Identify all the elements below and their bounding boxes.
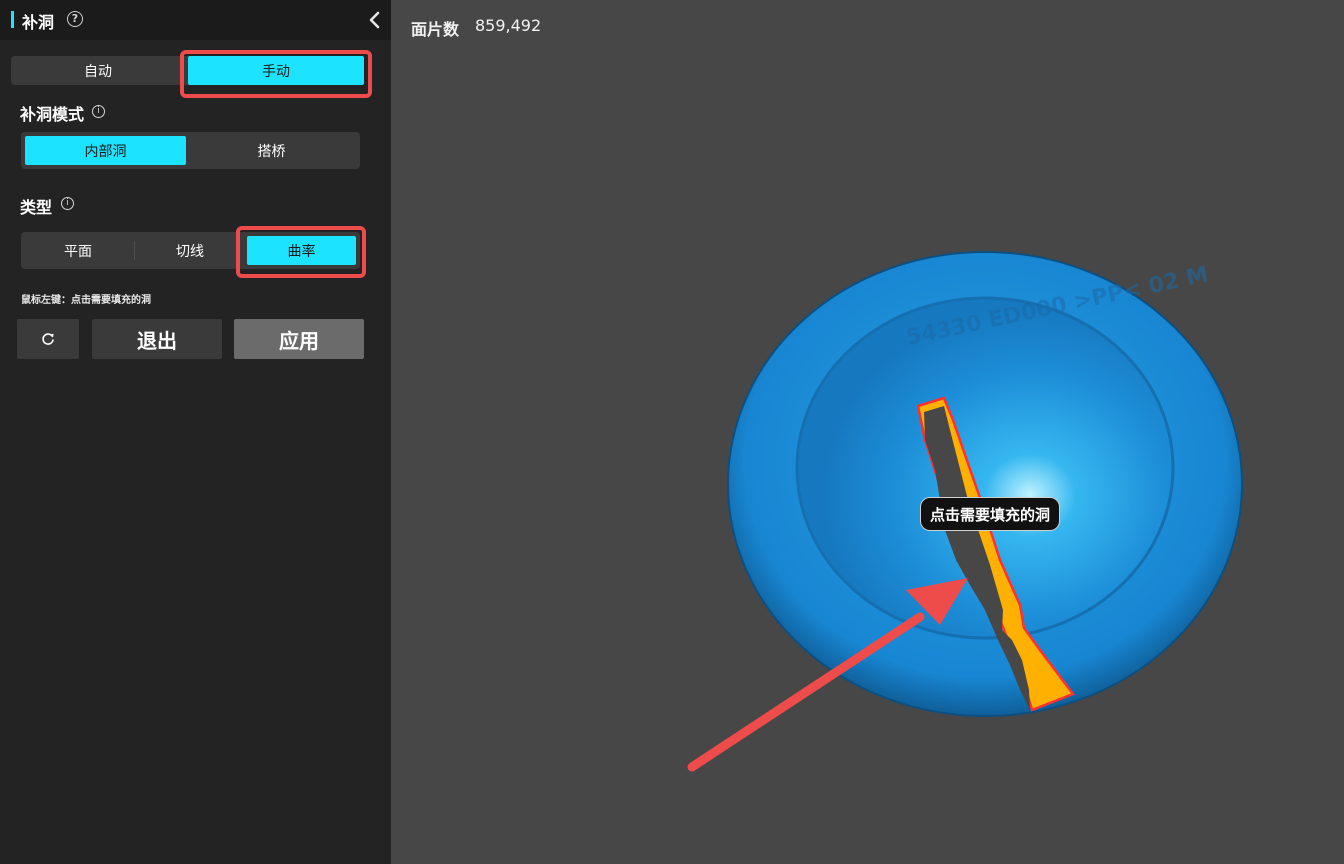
curvature-highlight: [236, 226, 366, 278]
apply-button[interactable]: 应用: [234, 319, 364, 359]
tool-panel: 补洞 ? 自动 手动 补洞模式 i 内部洞 搭桥 类型 i 平面 切线 曲率 鼠…: [0, 0, 391, 864]
face-count-value: 859,492: [475, 16, 542, 35]
tab-auto[interactable]: 自动: [11, 56, 185, 85]
option-bridge[interactable]: 搭桥: [191, 132, 352, 169]
type-label: 类型: [20, 198, 53, 217]
hint-text: 鼠标左键：点击需要填充的洞: [21, 295, 151, 306]
face-count-label: 面片数: [411, 20, 460, 39]
manual-tab-highlight: [180, 50, 372, 98]
scanned-cap-model[interactable]: 54330 ED000 >PP< 02 M: [727, 251, 1243, 717]
refresh-icon: [42, 333, 54, 345]
info-circle-icon[interactable]: i: [61, 197, 74, 210]
chevron-left-icon[interactable]: [365, 9, 385, 31]
exit-button[interactable]: 退出: [92, 319, 222, 359]
option-plane[interactable]: 平面: [21, 232, 135, 269]
viewport-tooltip: 点击需要填充的洞: [920, 497, 1061, 531]
option-internal-hole[interactable]: 内部洞: [25, 136, 186, 165]
3d-viewport[interactable]: 54330 ED000 >PP< 02 M: [391, 40, 1344, 864]
fill-mode-label: 补洞模式: [20, 105, 85, 124]
option-tangent[interactable]: 切线: [135, 232, 245, 269]
reset-button[interactable]: [17, 319, 79, 359]
panel-header: 补洞 ?: [0, 0, 391, 40]
fill-mode-options: 内部洞 搭桥: [21, 132, 360, 169]
info-circle-icon[interactable]: i: [92, 105, 105, 118]
question-circle-icon[interactable]: ?: [67, 11, 83, 27]
panel-title: 补洞: [22, 13, 55, 32]
header-accent-bar: [11, 11, 14, 28]
